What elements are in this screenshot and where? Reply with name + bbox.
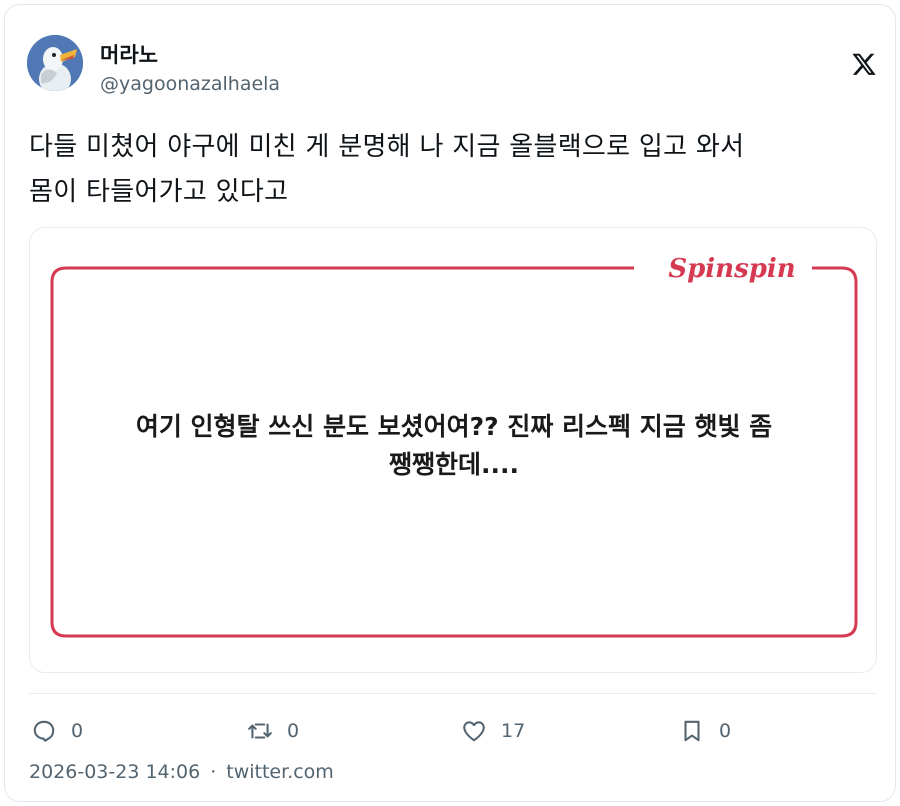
retweet-icon [248,723,272,739]
brand-logo: Spinspin [652,254,812,284]
tweet-media-image[interactable]: Spinspin 여기 인형탈 쓰신 분도 보셨어여?? 진짜 리스펙 지금 햇… [29,227,877,673]
tweet-card: 머라노 @yagoonazalhaela 다들 미쳤어 야구에 미친 게 분명해… [4,4,896,802]
tweet-text: 다들 미쳤어 야구에 미친 게 분명해 나 지금 올블랙으로 입고 와서 몸이 … [29,125,879,215]
media-quote-text: 여기 인형탈 쓰신 분도 보셨어여?? 진짜 리스펙 지금 햇빛 좀 쨍쨍한데.… [90,408,818,484]
display-name[interactable]: 머라노 [100,39,158,69]
tweet-text-line: 다들 미쳤어 야구에 미친 게 분명해 나 지금 올블랙으로 입고 와서 [29,132,745,162]
action-bar: 0 0 17 0 [29,711,877,751]
user-handle[interactable]: @yagoonazalhaela [100,73,280,95]
bookmark-button[interactable]: 0 [679,711,731,751]
x-logo-icon[interactable] [851,51,877,77]
reply-button[interactable]: 0 [31,711,83,751]
meta-separator: · [210,761,217,783]
heart-icon [463,721,485,742]
timestamp[interactable]: 2026-03-23 14:06 [29,761,200,783]
reply-icon [33,720,55,742]
like-button[interactable]: 17 [461,711,525,751]
seagull-avatar-image [27,35,83,91]
avatar[interactable] [27,35,83,91]
quote-line: 쨍쨍한데.... [389,450,519,479]
reply-count: 0 [71,720,84,742]
tweet-meta: 2026-03-23 14:06 · twitter.com [29,761,334,783]
quote-line: 여기 인형탈 쓰신 분도 보셨어여?? 진짜 리스펙 지금 햇빛 좀 [135,412,773,441]
source-link[interactable]: twitter.com [226,761,334,783]
retweet-button[interactable]: 0 [247,711,299,751]
divider [29,693,877,694]
bookmark-count: 0 [719,720,732,742]
tweet-text-line: 몸이 타들어가고 있다고 [29,177,289,207]
like-count: 17 [501,720,526,742]
retweet-count: 0 [287,720,300,742]
bookmark-icon [684,720,700,742]
